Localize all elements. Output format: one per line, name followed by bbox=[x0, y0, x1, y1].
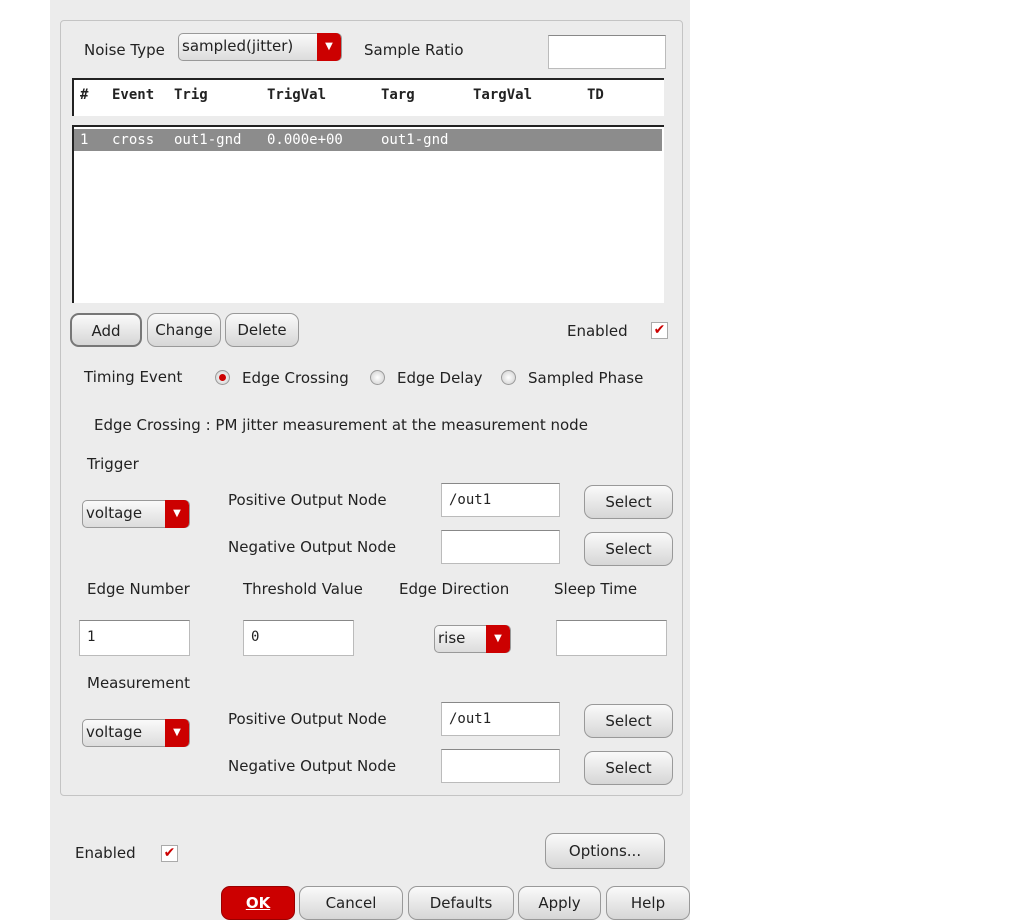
ok-label: OK bbox=[245, 894, 271, 912]
defaults-button[interactable]: Defaults bbox=[408, 886, 514, 920]
sample-ratio-label: Sample Ratio bbox=[364, 41, 464, 59]
threshold-label: Threshold Value bbox=[243, 580, 363, 598]
sleep-time-label: Sleep Time bbox=[554, 580, 638, 598]
edge-delay-radio[interactable] bbox=[370, 370, 385, 385]
trigger-label: Trigger bbox=[87, 455, 139, 473]
measurement-neg-label: Negative Output Node bbox=[228, 757, 397, 775]
trigger-pos-input[interactable]: /out1 bbox=[441, 483, 560, 517]
sample-ratio-input[interactable] bbox=[548, 35, 666, 69]
chevron-down-icon: ▼ bbox=[317, 33, 341, 61]
apply-button[interactable]: Apply bbox=[518, 886, 601, 920]
enabled-label: Enabled bbox=[75, 844, 136, 862]
measurement-pos-input[interactable]: /out1 bbox=[441, 702, 560, 736]
col-targval: TargVal bbox=[473, 87, 533, 103]
change-button[interactable]: Change bbox=[147, 313, 221, 347]
edge-direction-value: rise bbox=[438, 629, 466, 647]
event-list[interactable]: 1 cross out1-gnd 0.000e+00 out1-gnd bbox=[72, 125, 664, 303]
measurement-pos-select-button[interactable]: Select bbox=[584, 704, 673, 738]
trigger-type-value: voltage bbox=[86, 504, 143, 522]
col-targ: Targ bbox=[381, 87, 415, 103]
edge-number-label: Edge Number bbox=[87, 580, 190, 598]
ok-button[interactable]: OK bbox=[221, 886, 295, 920]
chevron-down-icon: ▼ bbox=[486, 625, 510, 653]
edge-crossing-label: Edge Crossing bbox=[242, 369, 349, 387]
description-text: Edge Crossing : PM jitter measurement at… bbox=[94, 416, 588, 434]
col-trig: Trig bbox=[174, 87, 208, 103]
measurement-neg-input[interactable] bbox=[441, 749, 560, 783]
help-button[interactable]: Help bbox=[606, 886, 690, 920]
noise-type-value: sampled(jitter) bbox=[182, 37, 294, 55]
timing-event-label: Timing Event bbox=[84, 368, 183, 386]
cell-event: cross bbox=[112, 132, 155, 148]
delete-button[interactable]: Delete bbox=[225, 313, 299, 347]
sampled-phase-radio[interactable] bbox=[501, 370, 516, 385]
cell-num: 1 bbox=[80, 132, 89, 148]
noise-type-label: Noise Type bbox=[84, 41, 165, 59]
col-trigval: TrigVal bbox=[267, 87, 327, 103]
threshold-input[interactable]: 0 bbox=[243, 620, 354, 656]
measurement-type-select[interactable]: voltage ▼ bbox=[82, 719, 190, 747]
measurement-type-value: voltage bbox=[86, 723, 143, 741]
measurement-pos-label: Positive Output Node bbox=[228, 710, 387, 728]
cell-trigval: 0.000e+00 bbox=[267, 132, 343, 148]
measurement-neg-select-button[interactable]: Select bbox=[584, 751, 673, 785]
options-button[interactable]: Options... bbox=[545, 833, 665, 869]
sampled-phase-label: Sampled Phase bbox=[528, 369, 644, 387]
trigger-neg-select-button[interactable]: Select bbox=[584, 532, 673, 566]
edge-direction-select[interactable]: rise ▼ bbox=[434, 625, 511, 653]
edge-crossing-radio[interactable] bbox=[215, 370, 230, 385]
edge-direction-label: Edge Direction bbox=[399, 580, 510, 598]
measurement-label: Measurement bbox=[87, 674, 190, 692]
trigger-neg-input[interactable] bbox=[441, 530, 560, 564]
sleep-time-input[interactable] bbox=[556, 620, 667, 656]
noise-type-select[interactable]: sampled(jitter) ▼ bbox=[178, 33, 342, 61]
table-row[interactable]: 1 cross out1-gnd 0.000e+00 out1-gnd bbox=[74, 129, 662, 151]
col-td: TD bbox=[587, 87, 604, 103]
edge-delay-label: Edge Delay bbox=[397, 369, 483, 387]
col-event: Event bbox=[112, 87, 155, 103]
enabled-checkbox[interactable]: ✔ bbox=[161, 845, 178, 862]
add-button[interactable]: Add bbox=[70, 313, 142, 347]
cancel-button[interactable]: Cancel bbox=[299, 886, 403, 920]
cell-targ: out1-gnd bbox=[381, 132, 449, 148]
trigger-pos-label: Positive Output Node bbox=[228, 491, 387, 509]
trigger-neg-label: Negative Output Node bbox=[228, 538, 397, 556]
list-enabled-label: Enabled bbox=[567, 322, 628, 340]
edge-number-input[interactable]: 1 bbox=[79, 620, 190, 656]
chevron-down-icon: ▼ bbox=[165, 719, 189, 747]
trigger-type-select[interactable]: voltage ▼ bbox=[82, 500, 190, 528]
table-header: # Event Trig TrigVal Targ TargVal TD bbox=[72, 78, 664, 116]
chevron-down-icon: ▼ bbox=[165, 500, 189, 528]
trigger-pos-select-button[interactable]: Select bbox=[584, 485, 673, 519]
col-num: # bbox=[80, 87, 89, 103]
list-enabled-checkbox[interactable]: ✔ bbox=[651, 322, 668, 339]
cell-trig: out1-gnd bbox=[174, 132, 242, 148]
